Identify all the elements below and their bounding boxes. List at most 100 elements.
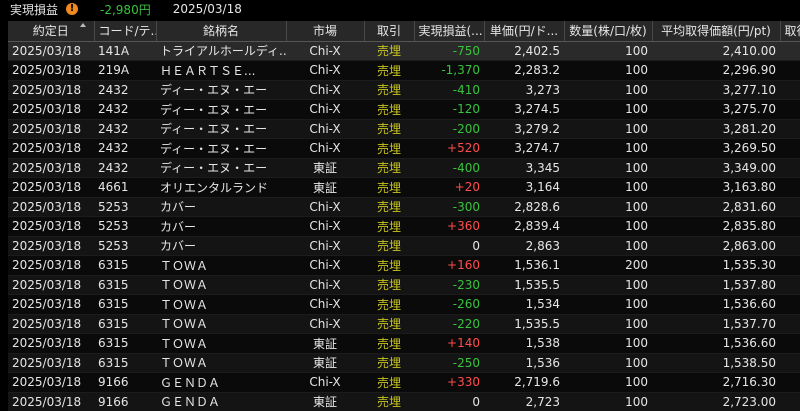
cell-market: Chi-X <box>286 236 364 256</box>
table-row[interactable]: 2025/03/18 9166 ＧＥＮＤＡ Chi-X 売埋 +330 2,719.6 100… <box>8 372 800 393</box>
cell-acquired <box>780 197 800 217</box>
cell-code: 6315 <box>94 294 156 315</box>
cell-quantity: 100 <box>564 80 652 100</box>
cell-market: Chi-X <box>286 80 364 100</box>
col-header-realized-pl[interactable]: 実現損益(... <box>414 21 485 42</box>
cell-realized-pl: -120 <box>414 99 484 120</box>
warning-icon[interactable]: ! <box>66 3 79 15</box>
cell-trade-date: 2025/03/18 <box>8 392 94 411</box>
cell-avg-cost: 2,723.00 <box>652 392 780 411</box>
cell-name: ディー・エヌ・エー <box>156 99 286 120</box>
cell-side: 売埋 <box>364 158 414 178</box>
col-header-code[interactable]: コード/テ... <box>94 21 157 42</box>
cell-realized-pl: 0 <box>414 236 484 256</box>
cell-trade-date: 2025/03/18 <box>8 236 94 256</box>
cell-quantity: 100 <box>564 99 652 120</box>
cell-price: 3,345 <box>484 158 564 178</box>
cell-realized-pl: +360 <box>414 216 484 237</box>
cell-trade-date: 2025/03/18 <box>8 333 94 354</box>
cell-quantity: 100 <box>564 119 652 139</box>
table-row[interactable]: 2025/03/18 2432 ディー・エヌ・エー Chi-X 売埋 -120 3,274.… <box>8 99 800 120</box>
summary-date: 2025/03/18 <box>172 2 242 16</box>
table-row[interactable]: 2025/03/18 5253 カバー Chi-X 売埋 0 2,863 100 2,863.0… <box>8 236 800 256</box>
cell-trade-date: 2025/03/18 <box>8 216 94 237</box>
cell-price: 2,402.5 <box>484 41 564 61</box>
table-row[interactable]: 2025/03/18 6315 ＴＯＷＡ Chi-X 売埋 -230 1,535.5 100 1… <box>8 275 800 295</box>
table-row[interactable]: 2025/03/18 6315 ＴＯＷＡ Chi-X 売埋 +160 1,536.1 200 1… <box>8 255 800 276</box>
cell-price: 1,538 <box>484 333 564 354</box>
cell-code: 5253 <box>94 197 156 217</box>
cell-avg-cost: 3,269.50 <box>652 138 780 159</box>
cell-code: 141A <box>94 41 156 61</box>
table-row[interactable]: 2025/03/18 6315 ＴＯＷＡ Chi-X 売埋 -220 1,535.5 100 1… <box>8 314 800 334</box>
table-row[interactable]: 2025/03/18 2432 ディー・エヌ・エー Chi-X 売埋 -410 3,273 1… <box>8 80 800 100</box>
cell-price: 2,839.4 <box>484 216 564 237</box>
table-row[interactable]: 2025/03/18 6315 ＴＯＷＡ 東証 売埋 -250 1,536 100 1,538.… <box>8 353 800 373</box>
cell-code: 219A <box>94 60 156 81</box>
cell-side: 売埋 <box>364 119 414 139</box>
cell-market: Chi-X <box>286 372 364 393</box>
cell-quantity: 200 <box>564 255 652 276</box>
table-row[interactable]: 2025/03/18 219A ＨＥＡＲＴＳＥ... Chi-X 売埋 -1,370 2,2… <box>8 60 800 81</box>
table-row[interactable]: 2025/03/18 9166 ＧＥＮＤＡ 東証 売埋 0 2,723 100 2,723.00 <box>8 392 800 411</box>
cell-avg-cost: 1,536.60 <box>652 333 780 354</box>
cell-market: 東証 <box>286 177 364 198</box>
table-row[interactable]: 2025/03/18 6315 ＴＯＷＡ Chi-X 売埋 -260 1,534 100 1,5… <box>8 294 800 315</box>
col-header-avg-cost[interactable]: 平均取得価額(円/pt) <box>652 21 781 42</box>
col-header-market[interactable]: 市場 <box>286 21 365 42</box>
cell-market: Chi-X <box>286 314 364 334</box>
col-header-name[interactable]: 銘柄名 <box>156 21 287 42</box>
cell-side: 売埋 <box>364 99 414 120</box>
cell-price: 3,273 <box>484 80 564 100</box>
cell-trade-date: 2025/03/18 <box>8 60 94 81</box>
cell-quantity: 100 <box>564 216 652 237</box>
cell-name: ＴＯＷＡ <box>156 333 286 354</box>
cell-realized-pl: -220 <box>414 314 484 334</box>
cell-realized-pl: -200 <box>414 119 484 139</box>
col-header-trade-date[interactable]: 約定日 <box>8 21 95 42</box>
cell-realized-pl: 0 <box>414 392 484 411</box>
table-row[interactable]: 2025/03/18 2432 ディー・エヌ・エー Chi-X 売埋 +520 3,274.… <box>8 138 800 159</box>
table-row[interactable]: 2025/03/18 141A トライアルホールディ... Chi-X 売埋 -750 2,… <box>8 41 800 61</box>
col-header-acquired[interactable]: 取得 <box>780 21 800 42</box>
cell-avg-cost: 3,277.10 <box>652 80 780 100</box>
cell-price: 2,283.2 <box>484 60 564 81</box>
cell-realized-pl: -300 <box>414 197 484 217</box>
cell-quantity: 100 <box>564 236 652 256</box>
cell-trade-date: 2025/03/18 <box>8 255 94 276</box>
table-row[interactable]: 2025/03/18 5253 カバー Chi-X 売埋 +360 2,839.4 100 2,… <box>8 216 800 237</box>
cell-code: 4661 <box>94 177 156 198</box>
cell-side: 売埋 <box>364 80 414 100</box>
table-row[interactable]: 2025/03/18 6315 ＴＯＷＡ 東証 売埋 +140 1,538 100 1,536.… <box>8 333 800 354</box>
cell-code: 6315 <box>94 255 156 276</box>
cell-market: Chi-X <box>286 60 364 81</box>
cell-avg-cost: 2,296.90 <box>652 60 780 81</box>
col-header-side[interactable]: 取引 <box>364 21 415 42</box>
cell-price: 2,723 <box>484 392 564 411</box>
cell-trade-date: 2025/03/18 <box>8 275 94 295</box>
cell-realized-pl: -250 <box>414 353 484 373</box>
col-header-quantity[interactable]: 数量(株/口/枚) <box>564 21 653 42</box>
cell-realized-pl: -400 <box>414 158 484 178</box>
cell-avg-cost: 2,835.80 <box>652 216 780 237</box>
cell-market: 東証 <box>286 158 364 178</box>
cell-market: 東証 <box>286 333 364 354</box>
cell-code: 2432 <box>94 99 156 120</box>
cell-realized-pl: +330 <box>414 372 484 393</box>
cell-trade-date: 2025/03/18 <box>8 158 94 178</box>
table-row[interactable]: 2025/03/18 2432 ディー・エヌ・エー 東証 売埋 -400 3,345 100 3… <box>8 158 800 178</box>
cell-acquired <box>780 138 800 159</box>
col-header-price[interactable]: 単価(円/ド... <box>484 21 565 42</box>
cell-market: 東証 <box>286 392 364 411</box>
cell-trade-date: 2025/03/18 <box>8 138 94 159</box>
cell-side: 売埋 <box>364 177 414 198</box>
cell-code: 2432 <box>94 138 156 159</box>
cell-price: 1,535.5 <box>484 314 564 334</box>
table-row[interactable]: 2025/03/18 5253 カバー Chi-X 売埋 -300 2,828.6 100 2,… <box>8 197 800 217</box>
cell-acquired <box>780 294 800 315</box>
table-row[interactable]: 2025/03/18 4661 オリエンタルランド 東証 売埋 +20 3,164 100 3,… <box>8 177 800 198</box>
cell-acquired <box>780 314 800 334</box>
cell-avg-cost: 1,538.50 <box>652 353 780 373</box>
table-row[interactable]: 2025/03/18 2432 ディー・エヌ・エー Chi-X 売埋 -200 3,279.… <box>8 119 800 139</box>
cell-trade-date: 2025/03/18 <box>8 41 94 61</box>
